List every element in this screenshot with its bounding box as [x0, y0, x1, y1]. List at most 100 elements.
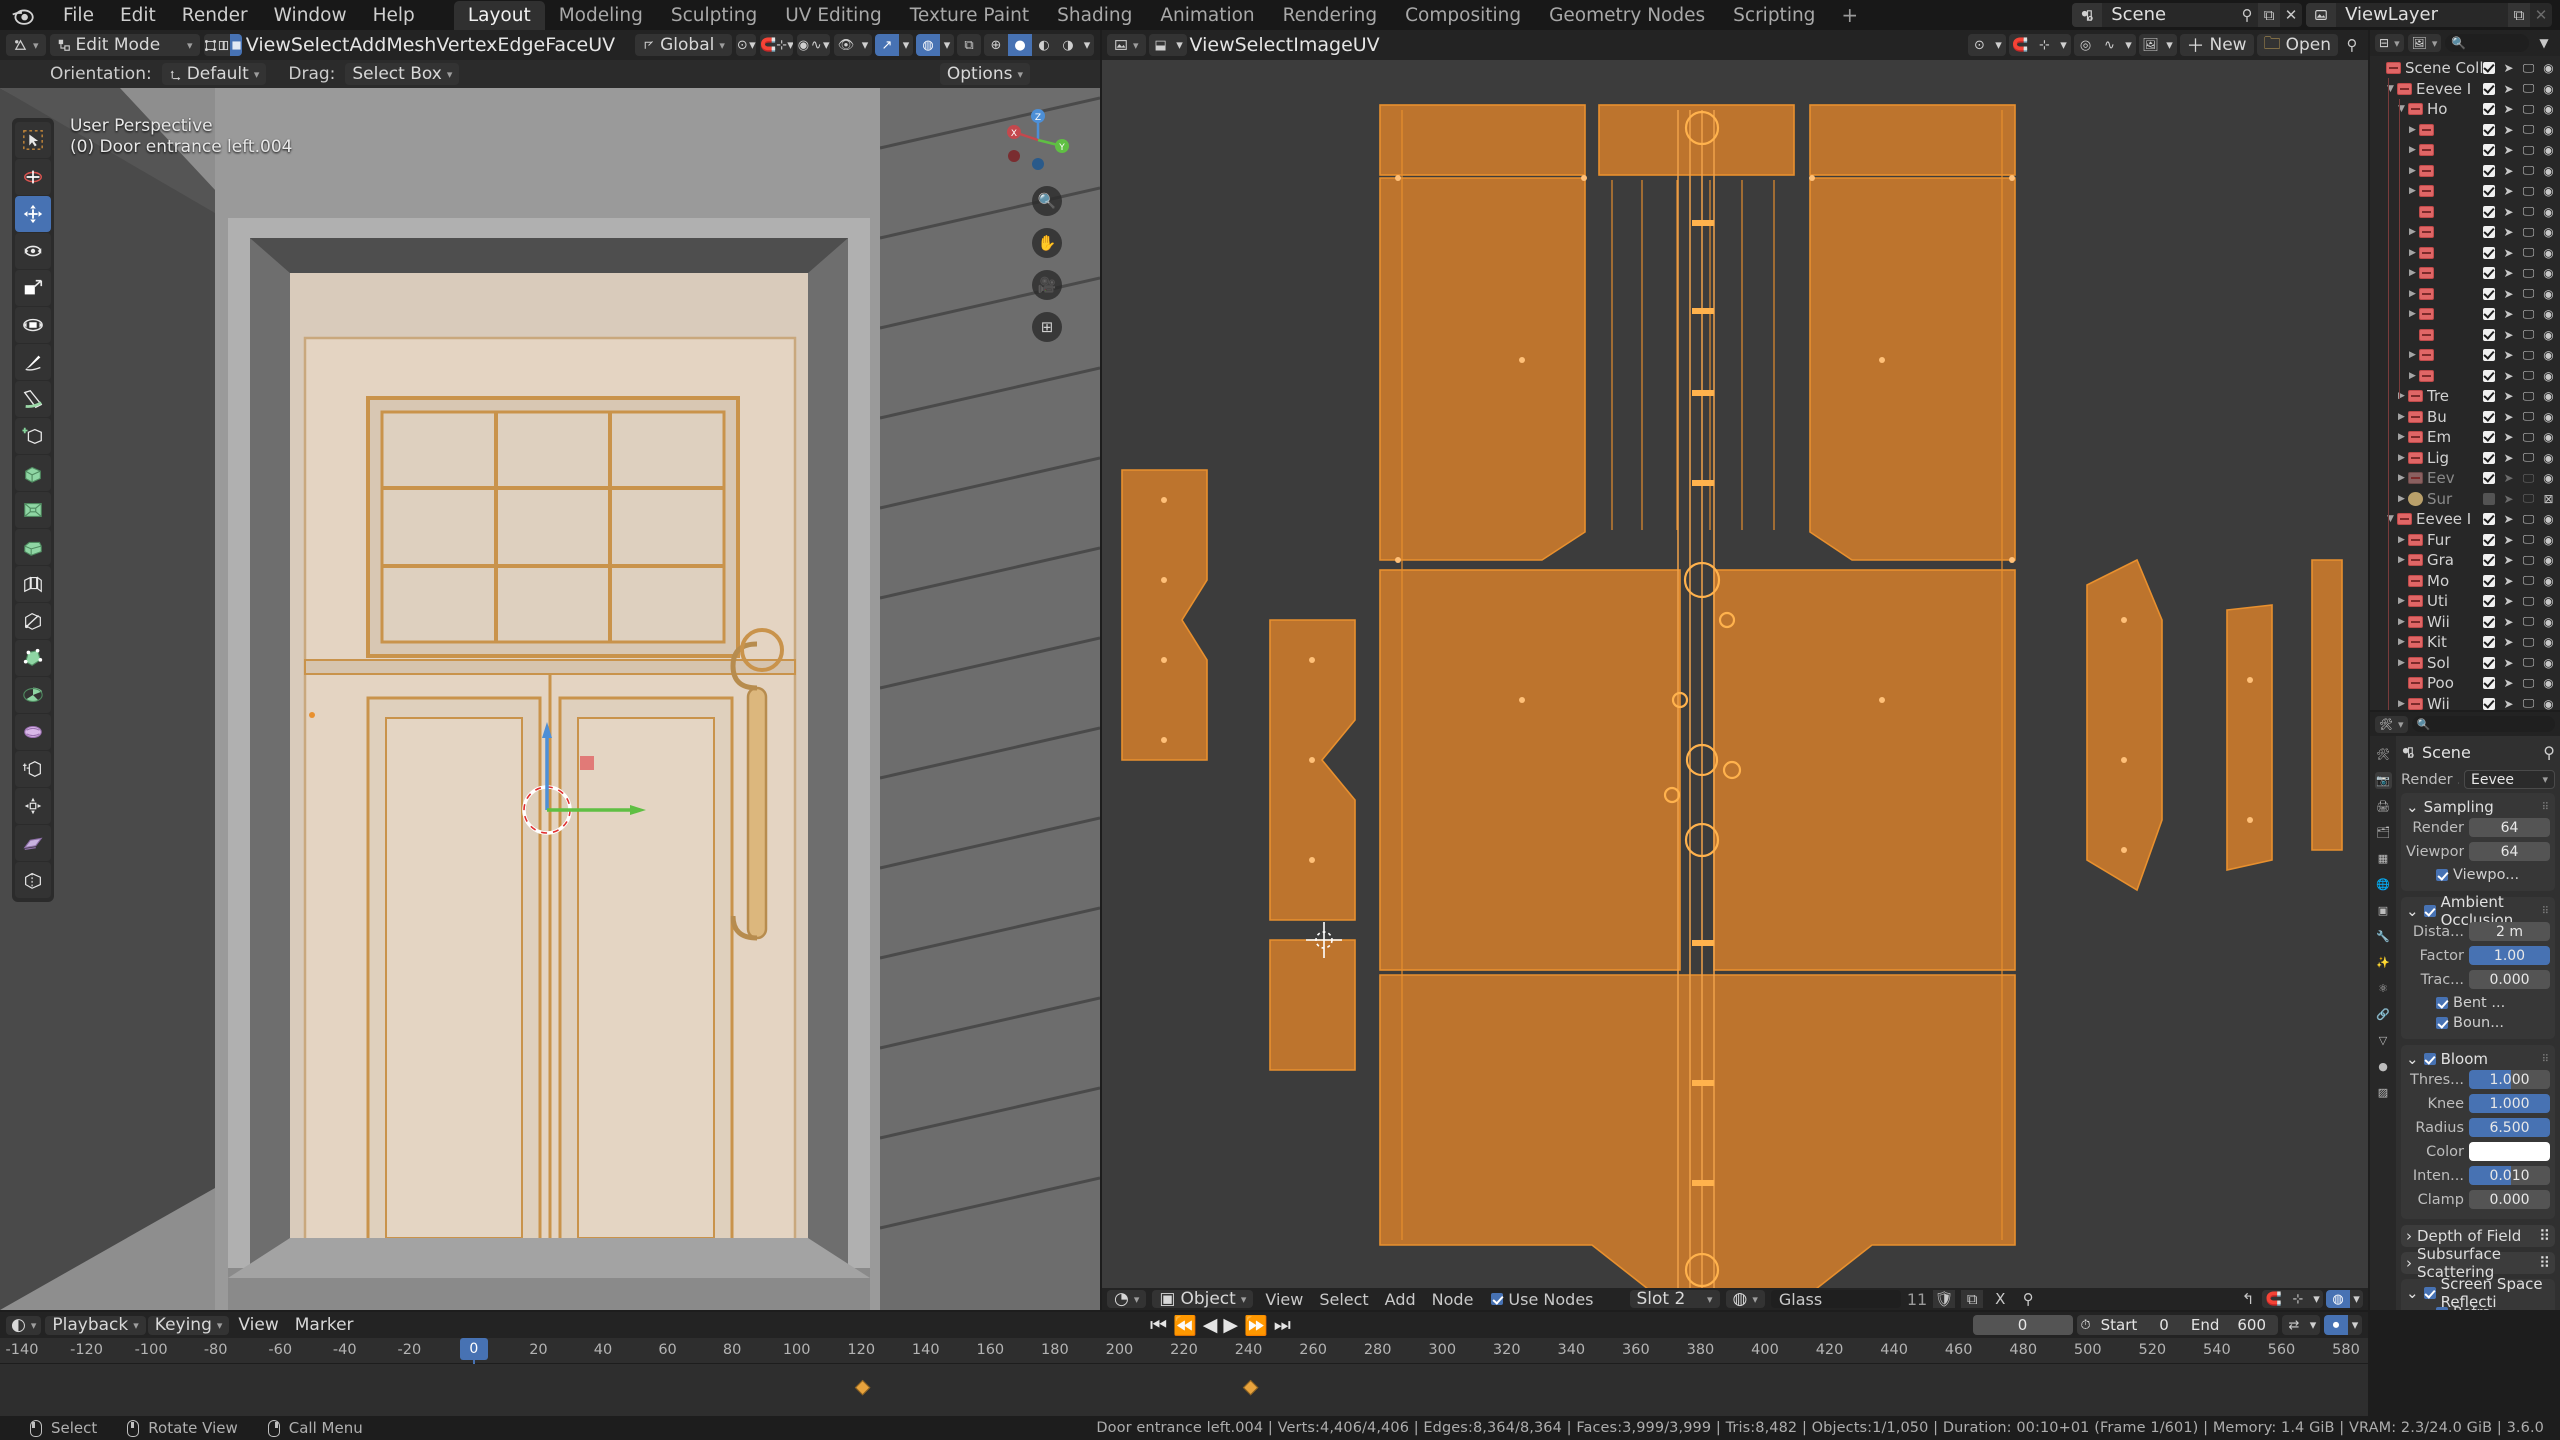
- hide-viewport-icon[interactable]: 🖵: [2522, 225, 2535, 240]
- shading-mode-buttons[interactable]: ⊕ ● ◐ ◑ ▾: [984, 34, 1094, 56]
- frame-range-group[interactable]: ⏱ Start 0 End 600: [2077, 1315, 2279, 1335]
- expand-triangle-icon[interactable]: ▶: [2396, 617, 2407, 627]
- hide-viewport-icon[interactable]: 🖵: [2522, 553, 2535, 568]
- outliner-row[interactable]: ▶Wii➤🖵◉: [2370, 694, 2560, 711]
- expand-triangle-icon[interactable]: ▶: [2396, 596, 2407, 606]
- panel-enable-checkbox[interactable]: [2424, 1287, 2436, 1299]
- visibility-chevron-icon[interactable]: ▾: [858, 34, 872, 56]
- expand-triangle-icon[interactable]: ▶: [2407, 248, 2418, 258]
- panel-drag-dots-icon[interactable]: ⠿: [2542, 906, 2550, 917]
- restriction-toggles[interactable]: ➤🖵◉: [2483, 368, 2560, 383]
- overlays-chevron-icon[interactable]: ▾: [940, 34, 954, 56]
- uv-snap-chevron-icon[interactable]: ▾: [2057, 34, 2071, 56]
- select-cursor-icon[interactable]: ➤: [2502, 369, 2515, 383]
- select-cursor-icon[interactable]: ➤: [2502, 266, 2515, 280]
- disable-render-icon[interactable]: ◉: [2542, 143, 2555, 157]
- use-nodes-checkbox[interactable]: [1491, 1293, 1503, 1305]
- properties-editor-type-selector[interactable]: 🛠▾: [2375, 716, 2408, 733]
- select-cursor-icon[interactable]: ➤: [2502, 615, 2515, 629]
- loop-cut-tool-icon[interactable]: [15, 566, 51, 602]
- disable-render-icon[interactable]: ⊠: [2542, 492, 2555, 506]
- move-tool-icon[interactable]: [15, 196, 51, 232]
- checkbox-icon[interactable]: [2483, 226, 2495, 238]
- checkbox-icon[interactable]: [2483, 698, 2495, 710]
- property-value[interactable]: 0.010: [2469, 1166, 2550, 1185]
- particles-tab[interactable]: ✨: [2375, 954, 2392, 971]
- delete-viewlayer-icon[interactable]: ✕: [2530, 3, 2552, 27]
- workspace-tab-rendering[interactable]: Rendering: [1269, 1, 1391, 30]
- workspace-tab-shading[interactable]: Shading: [1043, 1, 1146, 30]
- sub-checkbox[interactable]: [2436, 1307, 2448, 1310]
- shader-menu-select[interactable]: Select: [1313, 1289, 1374, 1310]
- expand-triangle-icon[interactable]: ▼: [2396, 104, 2407, 114]
- restriction-toggles[interactable]: ➤🖵◉: [2483, 573, 2560, 588]
- timeline-menu-keying[interactable]: Keying▾: [148, 1316, 230, 1335]
- property-value[interactable]: 64: [2469, 842, 2550, 861]
- panel-header[interactable]: ⌄Screen Space Reflecti: [2406, 1283, 2550, 1303]
- hide-viewport-icon[interactable]: 🖵: [2522, 348, 2535, 363]
- checkbox-icon[interactable]: [2483, 83, 2495, 95]
- checkbox-icon[interactable]: [2483, 370, 2495, 382]
- select-cursor-icon[interactable]: ➤: [2502, 102, 2515, 116]
- uv-snap-target-icon[interactable]: ⊹: [2033, 34, 2057, 56]
- checkbox-icon[interactable]: [2483, 185, 2495, 197]
- physics-tab[interactable]: ⚛: [2375, 980, 2392, 997]
- snap-controls[interactable]: 🧲⊹▾: [760, 34, 793, 56]
- checkbox-icon[interactable]: [2483, 431, 2495, 443]
- select-cursor-icon[interactable]: ➤: [2502, 410, 2515, 424]
- disable-render-icon[interactable]: ◉: [2542, 553, 2555, 567]
- timeline-menu-view[interactable]: View: [231, 1316, 285, 1335]
- pivot-point-selector[interactable]: ⊙▾: [736, 34, 756, 56]
- uv-snap-controls[interactable]: 🧲⊹▾: [2009, 34, 2071, 56]
- material-preview-shading-icon[interactable]: ◐: [1032, 34, 1056, 56]
- checkbox-icon[interactable]: [2483, 513, 2495, 525]
- viewport-3d-canvas[interactable]: User Perspective (0) Door entrance left.…: [0, 88, 1100, 1310]
- checkbox-icon[interactable]: [2483, 493, 2495, 505]
- restriction-toggles[interactable]: ➤🖵◉: [2483, 409, 2560, 424]
- properties-body[interactable]: Scene ⚲ Render ... Eevee▾ ⌄Sampling⠿Rend…: [2396, 736, 2560, 1310]
- drag-value[interactable]: Select Box▾: [345, 63, 459, 85]
- property-value[interactable]: 64: [2469, 818, 2550, 837]
- blender-logo-icon[interactable]: [10, 2, 36, 28]
- expand-triangle-icon[interactable]: ▶: [2407, 166, 2418, 176]
- panel-enable-checkbox[interactable]: [2424, 905, 2436, 917]
- prev-keyframe-icon[interactable]: ⏪: [1173, 1314, 1197, 1337]
- spin-tool-icon[interactable]: [15, 677, 51, 713]
- select-cursor-icon[interactable]: ➤: [2502, 676, 2515, 690]
- new-image-button[interactable]: ＋New: [2180, 34, 2254, 56]
- node-snap-target-icon[interactable]: ⊹: [2286, 1290, 2310, 1308]
- hide-viewport-icon[interactable]: 🖵: [2522, 430, 2535, 445]
- menu-edit[interactable]: Edit: [107, 3, 169, 28]
- solid-shading-icon[interactable]: ●: [1008, 34, 1032, 56]
- workspace-tab-texture-paint[interactable]: Texture Paint: [896, 1, 1043, 30]
- material-tab[interactable]: ●: [2375, 1058, 2392, 1075]
- uv-proportional-controls[interactable]: ◎∿▾: [2074, 34, 2136, 56]
- hide-viewport-icon[interactable]: 🖵: [2522, 286, 2535, 301]
- checkbox-icon[interactable]: [2483, 575, 2495, 587]
- restriction-toggles[interactable]: ➤🖵◉: [2483, 532, 2560, 547]
- inset-faces-tool-icon[interactable]: [15, 492, 51, 528]
- outliner-row[interactable]: Poo➤🖵◉: [2370, 673, 2560, 694]
- new-viewlayer-icon[interactable]: ⧉: [2508, 3, 2530, 27]
- disable-render-icon[interactable]: ◉: [2542, 307, 2555, 321]
- uv-falloff-icon[interactable]: ∿: [2098, 34, 2122, 56]
- navigation-gizmo[interactable]: Z Y X: [996, 98, 1080, 182]
- outliner-row[interactable]: Scene Colle➤🖵◉: [2370, 58, 2560, 79]
- panel-header[interactable]: ⌄Bloom⠿: [2406, 1049, 2550, 1069]
- camera-view-icon[interactable]: 🎥: [1032, 270, 1062, 300]
- uv-falloff-chevron-icon[interactable]: ▾: [2122, 34, 2136, 56]
- disable-render-icon[interactable]: ◉: [2542, 594, 2555, 608]
- sub-checkbox[interactable]: [2436, 869, 2448, 881]
- expand-triangle-icon[interactable]: ▶: [2407, 371, 2418, 381]
- disable-render-icon[interactable]: ◉: [2542, 676, 2555, 690]
- disable-render-icon[interactable]: ◉: [2542, 266, 2555, 280]
- restriction-toggles[interactable]: ➤🖵◉: [2483, 696, 2560, 710]
- disable-render-icon[interactable]: ◉: [2542, 287, 2555, 301]
- expand-triangle-icon[interactable]: ▶: [2407, 186, 2418, 196]
- sync-icon[interactable]: ⇄: [2282, 1315, 2306, 1335]
- proportional-edit-icon[interactable]: ◉: [797, 34, 810, 56]
- falloff-chevron-icon[interactable]: ▾: [823, 34, 830, 56]
- disable-render-icon[interactable]: ◉: [2542, 471, 2555, 485]
- panel-enable-checkbox[interactable]: [2424, 1053, 2436, 1065]
- expand-triangle-icon[interactable]: ▶: [2396, 658, 2407, 668]
